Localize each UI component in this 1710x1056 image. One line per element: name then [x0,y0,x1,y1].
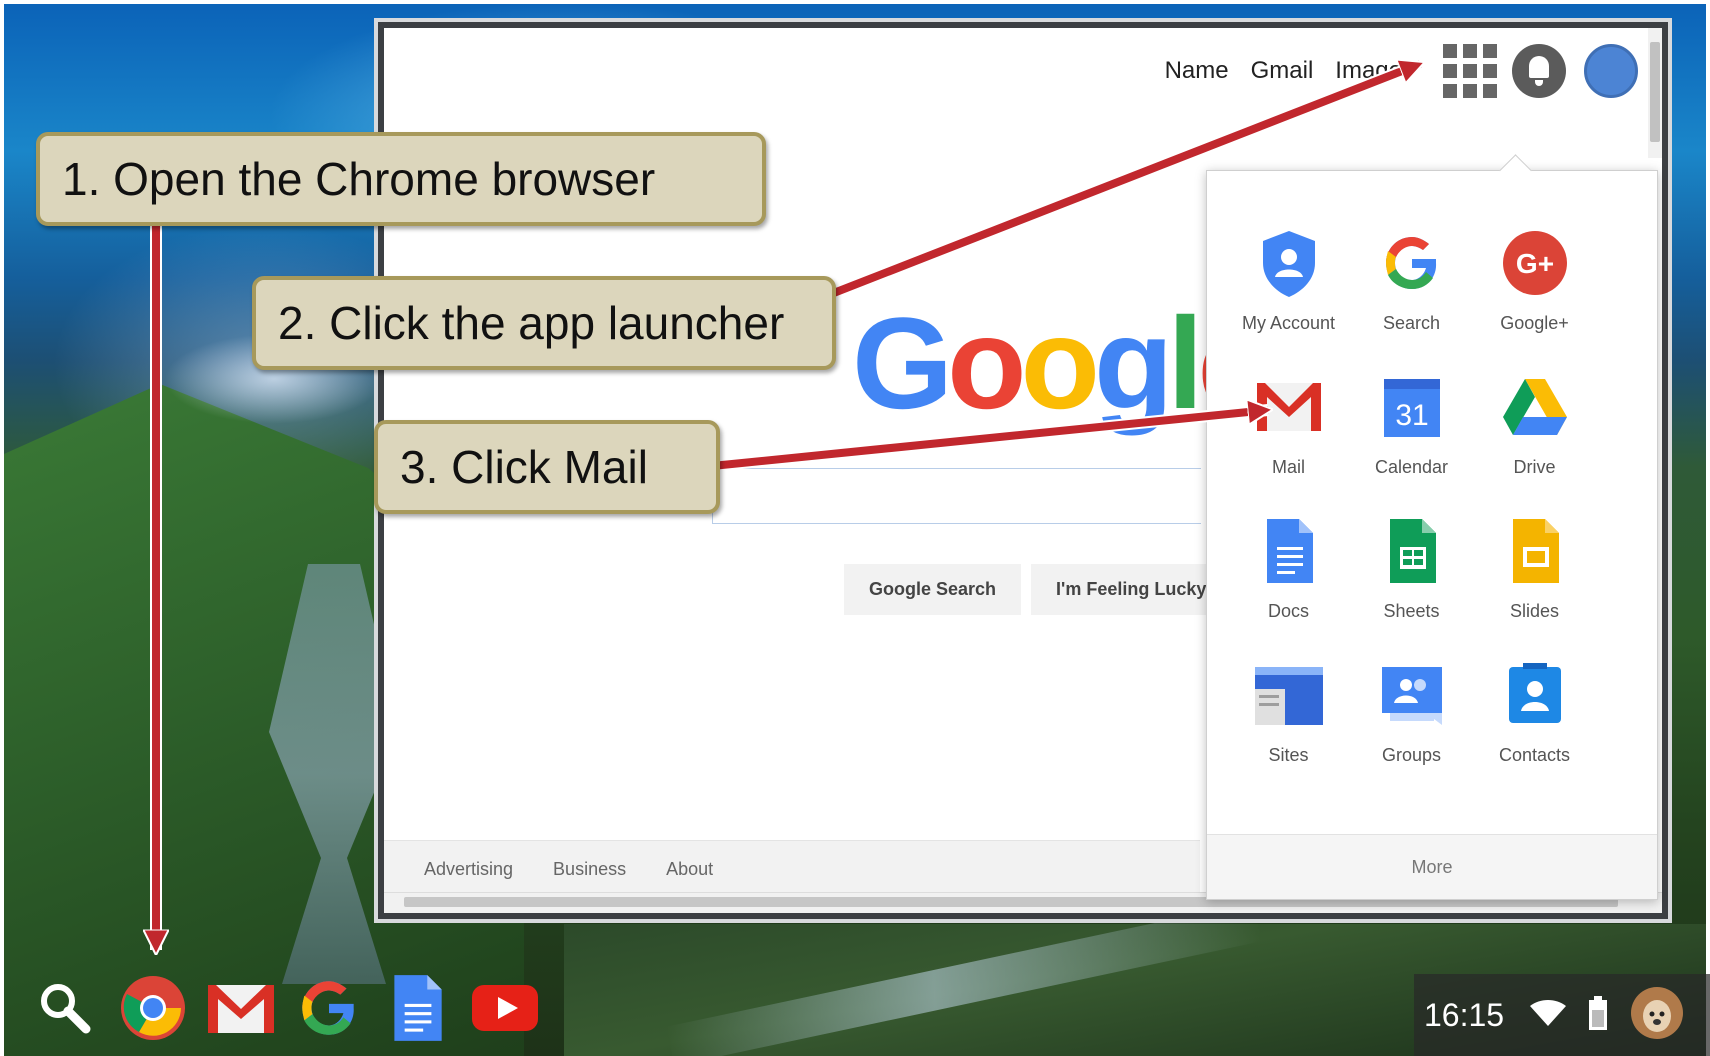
app-launcher-icon[interactable] [1442,43,1498,99]
app-calendar[interactable]: 31 Calendar [1350,365,1473,509]
clock: 16:15 [1424,996,1505,1033]
callout-step-1: 1. Open the Chrome browser [36,132,766,226]
vertical-scrollbar[interactable] [1648,28,1662,158]
my-account-icon [1253,227,1325,299]
feeling-lucky-button[interactable]: I'm Feeling Lucky [1031,564,1232,615]
app-label: Groups [1381,745,1442,765]
google-top-nav: Name Gmail Images [1165,40,1656,102]
chromeos-shelf [28,968,556,1048]
app-label: Calendar [1374,457,1449,477]
youtube-icon[interactable] [468,971,542,1045]
logo-letter-g: g [1093,290,1173,436]
app-docs[interactable]: Docs [1227,509,1350,653]
sites-icon [1253,659,1325,731]
notifications-bell-icon[interactable] [1512,44,1566,98]
gmail-link[interactable]: Gmail [1251,57,1314,85]
app-search[interactable]: Search [1350,221,1473,365]
images-link[interactable]: Images [1335,57,1414,85]
logo-letter-l: l [1167,290,1203,436]
more-label: More [1411,856,1453,877]
page-footer: Advertising Business About [384,840,1200,897]
app-drive[interactable]: Drive [1473,365,1596,509]
google-icon[interactable] [292,971,366,1045]
callout-step-3: 3. Click Mail [374,420,720,514]
chrome-icon[interactable] [116,971,190,1045]
system-tray[interactable]: 16:15 [1414,974,1710,1056]
gmail-icon [1253,371,1325,443]
advertising-link[interactable]: Advertising [424,859,513,880]
google-search-icon [1376,227,1448,299]
search-input[interactable] [712,468,1201,524]
app-sheets[interactable]: Sheets [1350,509,1473,653]
app-slides[interactable]: Slides [1473,509,1596,653]
name-link[interactable]: Name [1165,57,1229,85]
battery-icon [1588,995,1608,1035]
app-grid: My Account Search G+ Google+ Mail 31 Cal… [1227,221,1596,797]
app-label: Search [1382,313,1441,333]
callout-step-2: 2. Click the app launcher [252,276,836,370]
gmail-icon[interactable] [204,971,278,1045]
app-google-plus[interactable]: G+ Google+ [1473,221,1596,365]
google-logo: Google [852,298,1270,428]
slides-icon [1499,515,1571,587]
sheets-icon [1376,515,1448,587]
search-icon[interactable] [28,971,102,1045]
search-buttons: Google Search I'm Feeling Lucky [844,564,1241,615]
app-label: My Account [1241,313,1336,333]
app-mail[interactable]: Mail [1227,365,1350,509]
app-label: Slides [1509,601,1560,621]
about-link[interactable]: About [666,859,713,880]
wifi-icon [1528,998,1568,1033]
logo-letter-o2: o [1020,290,1100,436]
svg-text:G+: G+ [1515,248,1553,279]
calendar-date: 31 [1395,399,1428,432]
app-groups[interactable]: Groups [1350,653,1473,797]
app-contacts[interactable]: Contacts [1473,653,1596,797]
logo-letter-o1: o [947,290,1026,436]
user-avatar-icon [1630,986,1684,1045]
docs-icon[interactable] [380,971,454,1045]
app-label: Drive [1513,457,1556,477]
app-label: Sites [1268,745,1309,765]
business-link[interactable]: Business [553,859,626,880]
app-label: Contacts [1498,745,1571,765]
app-label: Docs [1267,601,1309,621]
groups-icon [1376,659,1448,731]
more-apps-button[interactable]: More [1207,834,1657,899]
avatar[interactable] [1584,44,1638,98]
docs-icon [1253,515,1325,587]
google-search-button[interactable]: Google Search [844,564,1022,615]
logo-letter-G: G [852,290,953,436]
google-plus-icon: G+ [1499,227,1571,299]
app-launcher-panel: My Account Search G+ Google+ Mail 31 Cal… [1206,170,1658,900]
app-sites[interactable]: Sites [1227,653,1350,797]
app-my-account[interactable]: My Account [1227,221,1350,365]
drive-icon [1499,371,1571,443]
app-label: Mail [1271,457,1305,477]
app-label: Sheets [1383,601,1440,621]
calendar-icon: 31 [1376,371,1448,443]
contacts-icon [1499,659,1571,731]
app-label: Google+ [1500,313,1569,333]
